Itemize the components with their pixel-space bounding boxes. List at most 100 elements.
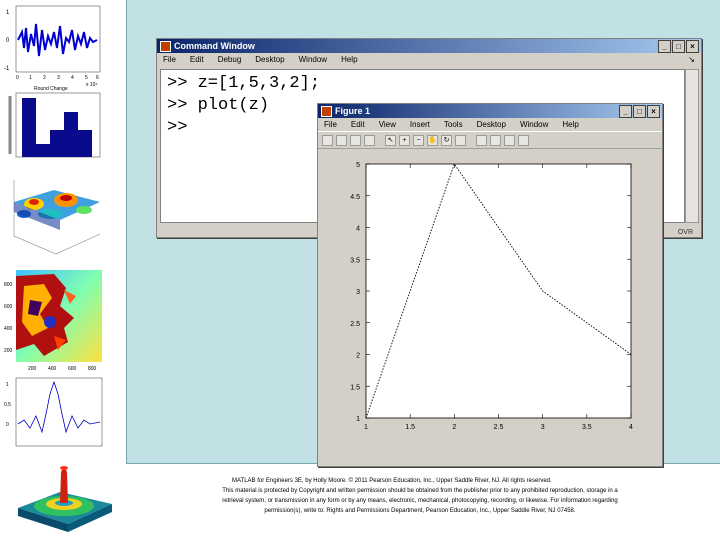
command-window-menubar: File Edit Debug Desktop Window Help ↘: [157, 53, 701, 66]
vertical-scrollbar[interactable]: [685, 69, 699, 223]
x-tick-label: 2.5: [494, 424, 504, 431]
plot-area: 1 1.5 2 2.5 3 3.5 4 4.5 5 1 1.5 2 2.5 3 3.5 4: [319, 150, 661, 465]
figure-window-titlebar[interactable]: Figure 1 _ □ ×: [318, 104, 662, 118]
thumb4-ytick: 800: [4, 282, 13, 288]
command-prompt[interactable]: >>: [167, 118, 187, 137]
menu-desktop[interactable]: Desktop: [255, 55, 284, 64]
thumb1-xtick: 6: [96, 75, 99, 81]
undock-arrow-icon[interactable]: ↘: [688, 55, 695, 64]
print-icon[interactable]: [364, 134, 375, 146]
thumbnail-fractal-image: 800 600 400 200 200 400 600 800: [4, 266, 104, 374]
axes-box: [365, 163, 632, 419]
insert-colorbar-icon[interactable]: [476, 134, 487, 146]
figure-window-menubar: File Edit View Insert Tools Desktop Wind…: [318, 118, 662, 131]
insert-legend-icon[interactable]: [490, 134, 501, 146]
hide-plot-tools-icon[interactable]: [504, 134, 515, 146]
menu-file[interactable]: File: [324, 120, 337, 129]
y-tick-label: 1.5: [350, 384, 360, 391]
menu-window[interactable]: Window: [299, 55, 327, 64]
open-file-icon[interactable]: [336, 134, 347, 146]
thumbnail-surface-plot: [4, 172, 104, 264]
line-chart[interactable]: 1 1.5 2 2.5 3 3.5 4 4.5 5 1 1.5 2 2.5 3 3.5 4: [319, 150, 661, 465]
footer-line-3: retrieval system, or transmission in any…: [222, 498, 618, 504]
y-tick-label: 2.5: [350, 321, 360, 328]
thumb4-ytick: 600: [4, 304, 13, 310]
menu-view[interactable]: View: [379, 120, 396, 129]
minimize-button[interactable]: _: [658, 40, 671, 53]
menu-window[interactable]: Window: [520, 120, 548, 129]
slide: 1 0 -1 0 1 2 3 4 5 6 x 10⁴ Round Change: [0, 0, 720, 540]
thumb1-ytick: 0: [6, 38, 10, 44]
command-line-2: >> plot(z): [167, 96, 270, 115]
data-cursor-icon[interactable]: [455, 134, 466, 146]
thumb4-xtick: 600: [68, 366, 77, 372]
command-window-titlebar[interactable]: Command Window _ □ ×: [157, 39, 701, 53]
menu-debug[interactable]: Debug: [218, 55, 242, 64]
maximize-button[interactable]: □: [633, 105, 646, 118]
menu-desktop[interactable]: Desktop: [477, 120, 506, 129]
thumb5-ytick: 1: [6, 382, 9, 388]
maximize-button[interactable]: □: [672, 40, 685, 53]
show-plot-tools-icon[interactable]: [518, 134, 529, 146]
x-tick-label: 1.5: [405, 424, 415, 431]
new-figure-icon[interactable]: [322, 134, 333, 146]
thumbnail-strip: 1 0 -1 0 1 2 3 4 5 6 x 10⁴ Round Change: [0, 0, 126, 540]
footer-line-4: permission(s), write to: Rights and Perm…: [264, 508, 576, 514]
x-tick-label: 3: [541, 424, 545, 431]
figure-window-title: Figure 1: [335, 106, 371, 116]
thumb1-xtick: 0: [16, 75, 19, 81]
save-icon[interactable]: [350, 134, 361, 146]
figure-window: Figure 1 _ □ × File Edit View Insert Too…: [317, 103, 663, 467]
command-line-1: >> z=[1,5,3,2];: [167, 74, 321, 93]
y-tick-label: 2: [356, 353, 360, 360]
thumb4-xtick: 800: [88, 366, 97, 372]
zoom-in-icon[interactable]: +: [399, 134, 410, 146]
y-tick-label: 4: [356, 226, 360, 233]
matlab-icon: [160, 40, 171, 52]
thumb5-ytick: 0: [6, 422, 9, 428]
thumb4-xtick: 400: [48, 366, 57, 372]
thumbnail-sombrero-surface: [4, 458, 112, 536]
figure-toolbar: ↖ + − ✋ ↻: [318, 131, 662, 149]
thumb1-xtick: 3: [57, 75, 60, 81]
menu-tools[interactable]: Tools: [444, 120, 463, 129]
close-button[interactable]: ×: [686, 40, 699, 53]
y-tick-label: 1: [356, 416, 360, 423]
thumbnail-sinc-plot: 1 0.5 0: [4, 374, 104, 454]
thumb5-ytick: 0.5: [4, 402, 11, 408]
menu-edit[interactable]: Edit: [190, 55, 204, 64]
x-tick-label: 3.5: [582, 424, 592, 431]
figure-icon: [321, 105, 332, 117]
pan-hand-icon[interactable]: ✋: [427, 134, 438, 146]
menu-file[interactable]: File: [163, 55, 176, 64]
status-indicator: OVR: [677, 229, 693, 236]
thumb1-ytick: -1: [4, 66, 10, 72]
thumbnail-signal-plot: 1 0 -1 0 1 2 3 4 5 6 x 10⁴: [4, 2, 104, 88]
menu-insert[interactable]: Insert: [410, 120, 430, 129]
thumbnail-histogram: Round Change: [4, 84, 104, 172]
rotate-3d-icon[interactable]: ↻: [441, 134, 452, 146]
footer-line-1: MATLAB for Engineers 3E, by Holly Moore.…: [232, 478, 552, 484]
menu-help[interactable]: Help: [562, 120, 578, 129]
thumb1-ytick: 1: [6, 10, 10, 16]
command-window-title: Command Window: [174, 41, 255, 51]
menu-edit[interactable]: Edit: [351, 120, 365, 129]
thumb1-xtick: 4: [71, 75, 74, 81]
thumb2-title: Round Change: [34, 86, 68, 92]
edit-plot-arrow-icon[interactable]: ↖: [385, 134, 396, 146]
thumb4-xtick: 200: [28, 366, 37, 372]
thumb1-xtick: 1: [29, 75, 32, 81]
copyright-footer: MATLAB for Engineers 3E, by Holly Moore.…: [180, 476, 660, 516]
menu-help[interactable]: Help: [341, 55, 357, 64]
thumb4-ytick: 200: [4, 348, 13, 354]
zoom-out-icon[interactable]: −: [413, 134, 424, 146]
thumb1-xtick: 5: [85, 75, 88, 81]
y-tick-label: 3.5: [350, 257, 360, 264]
x-tick-label: 4: [629, 424, 633, 431]
minimize-button[interactable]: _: [619, 105, 632, 118]
thumb1-xtick: 2: [43, 75, 46, 81]
y-tick-label: 3: [356, 289, 360, 296]
close-button[interactable]: ×: [647, 105, 660, 118]
x-tick-label: 1: [364, 424, 368, 431]
x-tick-label: 2: [452, 424, 456, 431]
